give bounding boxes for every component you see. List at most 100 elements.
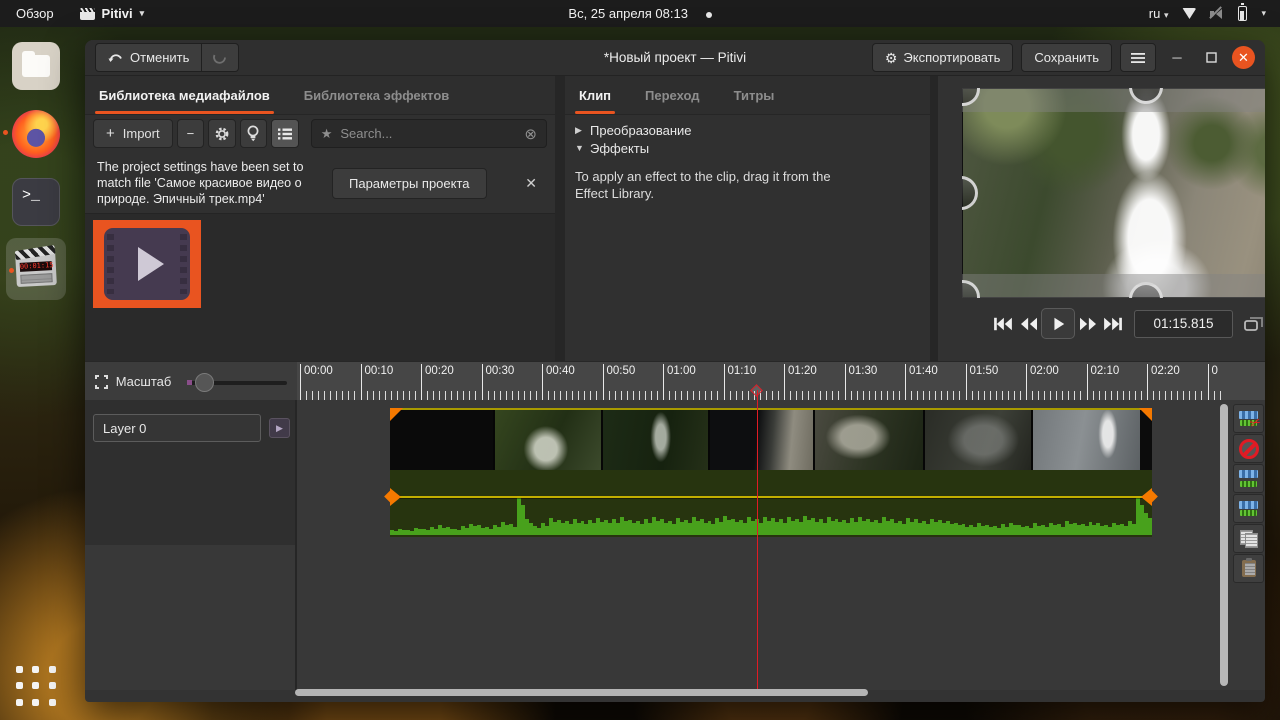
desktop: Обзор Pitivi ▾ Вс, 25 апреля 08:13 ru ▾ … <box>0 0 1280 720</box>
timeline-ruler[interactable]: 00:0000:1000:2000:3000:4000:5001:0001:10… <box>297 362 1222 401</box>
timeline-clip[interactable] <box>390 408 1152 535</box>
media-asset-selected[interactable] <box>93 220 201 308</box>
zoom-fit-icon[interactable] <box>95 375 108 389</box>
missing-assets-button[interactable] <box>240 119 268 148</box>
timecode-entry[interactable] <box>1134 310 1233 338</box>
seek-back-button[interactable] <box>1016 310 1041 337</box>
dock-pitivi-icon[interactable]: 00:01:15 <box>14 248 58 288</box>
clock[interactable]: Вс, 25 апреля 08:13 <box>568 6 688 21</box>
volume-keyframe-line[interactable] <box>390 496 1152 498</box>
export-button[interactable]: ⚙ Экспортировать <box>872 43 1014 72</box>
infobar-close-icon[interactable]: ✕ <box>517 175 545 192</box>
ruler-label: 00:30 <box>486 365 515 377</box>
menu-button[interactable] <box>1120 43 1156 72</box>
clapperboard-icon: 00:01:15 <box>15 251 57 287</box>
go-to-end-button[interactable] <box>1101 310 1126 337</box>
redo-icon <box>212 51 228 65</box>
app-menu[interactable]: Pitivi ▾ <box>80 6 145 21</box>
activities-button[interactable]: Обзор <box>16 6 54 21</box>
export-label: Экспортировать <box>903 50 1000 65</box>
minimize-button[interactable]: ─ <box>1164 45 1190 71</box>
gear-icon <box>214 126 230 142</box>
clip-tabbar: Клип Переход Титры <box>565 76 930 115</box>
undo-icon <box>108 51 124 65</box>
transform-expander[interactable]: ▶ Преобразование <box>575 121 920 139</box>
clip-thumbnail <box>495 410 603 470</box>
playhead-line[interactable] <box>757 400 758 690</box>
seek-forward-button[interactable] <box>1075 310 1100 337</box>
minus-icon: − <box>187 126 195 141</box>
ruler-label: 02:00 <box>1030 365 1059 377</box>
star-icon[interactable]: ★ <box>321 126 333 142</box>
keyboard-layout-indicator[interactable]: ru ▾ <box>1149 6 1169 21</box>
group-button[interactable] <box>1233 494 1264 523</box>
layer-name-entry[interactable] <box>93 414 261 442</box>
ruler-label: 02:20 <box>1151 365 1180 377</box>
dock-files-icon[interactable] <box>12 42 60 90</box>
pitivi-window: Отменить *Новый проект — Pitivi ⚙ Экспор… <box>85 40 1265 702</box>
tab-titles[interactable]: Титры <box>734 76 775 114</box>
undock-icon <box>1243 314 1265 333</box>
go-to-start-button[interactable] <box>991 310 1016 337</box>
audio-waveform <box>390 495 1152 535</box>
paste-button[interactable] <box>1233 554 1264 583</box>
infobar-text: The project settings have been set to ma… <box>97 159 322 207</box>
maximize-button[interactable] <box>1198 45 1224 71</box>
system-menu-chevron-icon[interactable]: ▾ <box>1261 8 1266 19</box>
remove-asset-button[interactable]: − <box>177 119 205 148</box>
timeline-toolbar: ✂ <box>1233 404 1265 624</box>
tab-clip[interactable]: Клип <box>579 76 611 114</box>
video-preview[interactable] <box>962 88 1265 298</box>
ruler-label: 00:40 <box>546 365 575 377</box>
trim-handle-left[interactable] <box>390 408 403 421</box>
list-view-toggle-button[interactable] <box>271 119 299 148</box>
tab-transition[interactable]: Переход <box>645 76 700 114</box>
trim-handle-left[interactable] <box>390 488 401 506</box>
timeline-horizontal-scrollbar[interactable] <box>295 689 868 696</box>
clip-properties-button[interactable] <box>208 119 236 148</box>
save-label: Сохранить <box>1034 50 1099 65</box>
timeline-vertical-scrollbar[interactable] <box>1220 404 1228 686</box>
undock-viewer-button[interactable] <box>1243 314 1265 333</box>
trim-handle-right[interactable] <box>1139 408 1152 421</box>
split-clip-button[interactable]: ✂ <box>1233 404 1264 433</box>
dock-firefox-icon[interactable] <box>12 110 60 158</box>
battery-icon[interactable] <box>1238 6 1247 21</box>
trim-handle-right[interactable] <box>1141 488 1152 506</box>
redo-button[interactable] <box>202 43 239 72</box>
wifi-icon[interactable] <box>1182 8 1196 19</box>
dock-terminal-icon[interactable]: >_ <box>12 178 60 226</box>
delete-icon <box>1239 439 1259 459</box>
import-button[interactable]: + Import <box>93 119 173 148</box>
tab-effect-library[interactable]: Библиотека эффектов <box>304 76 449 114</box>
save-button[interactable]: Сохранить <box>1021 43 1112 72</box>
zoom-slider[interactable] <box>187 373 287 391</box>
close-icon: ✕ <box>1238 50 1249 66</box>
group-icon <box>1239 501 1258 516</box>
play-pause-button[interactable] <box>1041 308 1075 339</box>
slider-handle[interactable] <box>195 373 214 392</box>
undo-button[interactable]: Отменить <box>95 43 202 72</box>
search-input[interactable] <box>340 126 516 141</box>
show-applications-button[interactable] <box>16 666 57 707</box>
transport-controls <box>938 308 1265 339</box>
pitivi-app-icon <box>80 8 95 20</box>
effects-expander[interactable]: ▼ Эффекты <box>575 139 920 157</box>
import-label: Import <box>123 126 160 141</box>
ruler-label: 01:20 <box>788 365 817 377</box>
close-button[interactable]: ✕ <box>1232 46 1255 69</box>
tab-media-library[interactable]: Библиотека медиафайлов <box>99 76 270 114</box>
slider-origin-mark <box>187 380 192 385</box>
chevron-down-icon: ▾ <box>140 8 145 19</box>
volume-muted-icon[interactable] <box>1210 8 1224 20</box>
paste-icon <box>1242 560 1256 577</box>
layer-menu-button[interactable]: ▶ <box>269 418 290 438</box>
project-settings-button[interactable]: Параметры проекта <box>332 168 487 199</box>
clear-search-icon[interactable]: ⊗ <box>524 125 537 143</box>
library-tabbar: Библиотека медиафайлов Библиотека эффект… <box>85 76 555 115</box>
ungroup-button[interactable] <box>1233 464 1264 493</box>
copy-button[interactable] <box>1233 524 1264 553</box>
delete-clip-button[interactable] <box>1233 434 1264 463</box>
effects-expander-label: Эффекты <box>590 141 649 156</box>
ruler-label: 01:30 <box>849 365 878 377</box>
